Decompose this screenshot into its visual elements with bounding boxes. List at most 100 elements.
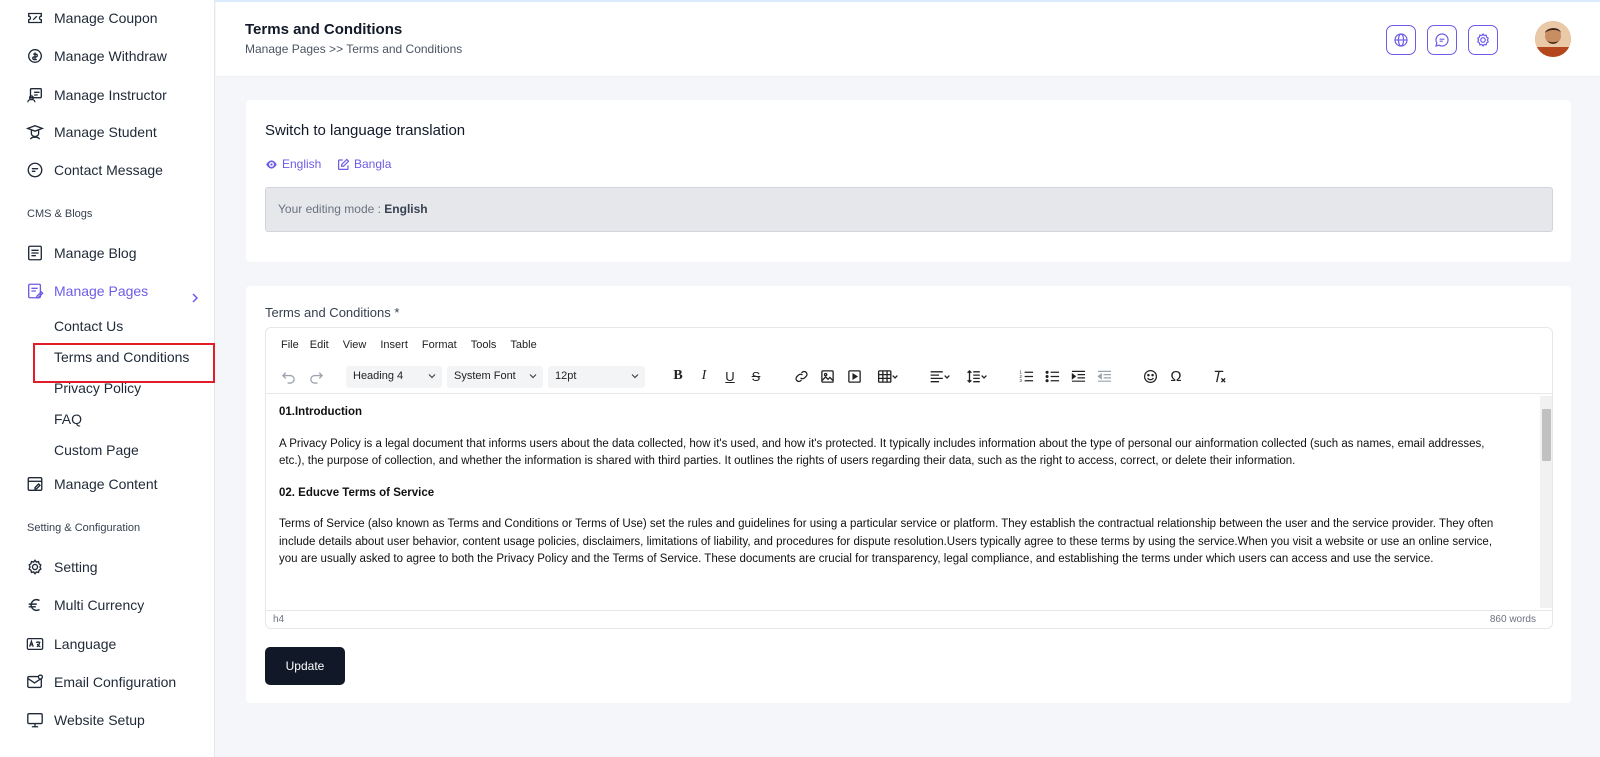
numbered-list-button[interactable]: 123	[1015, 366, 1037, 386]
messages-button[interactable]	[1427, 25, 1457, 55]
font-size-value: 12pt	[555, 370, 577, 382]
eye-icon	[266, 159, 277, 169]
monitor-icon	[27, 713, 43, 728]
sidebar-subitem-contact-us[interactable]: Contact Us	[54, 318, 123, 334]
content-paragraph-intro: A Privacy Policy is a legal document tha…	[279, 437, 1485, 468]
underline-button[interactable]: U	[719, 366, 741, 386]
block-format-value: Heading 4	[353, 370, 404, 382]
edit-icon	[338, 158, 350, 170]
pages-icon	[28, 283, 44, 299]
link-button[interactable]	[790, 366, 812, 386]
sidebar-subitem-faq[interactable]: FAQ	[54, 411, 82, 427]
sidebar-item-label: Manage Student	[54, 124, 157, 140]
editor-menubar: File Edit View Insert Format Tools Table	[281, 339, 537, 351]
undo-icon	[281, 371, 295, 384]
language-icon	[26, 637, 44, 651]
message-icon	[27, 162, 43, 178]
clear-formatting-button[interactable]	[1208, 366, 1230, 386]
language-link-english[interactable]: English	[265, 157, 321, 171]
language-link-label: English	[282, 157, 322, 171]
sidebar-item-language[interactable]: Language	[26, 633, 116, 655]
sidebar-item-manage-coupon[interactable]: Manage Coupon	[26, 7, 158, 29]
menu-file[interactable]: File	[281, 339, 299, 351]
editing-mode-value: English	[384, 202, 428, 216]
undo-button[interactable]	[277, 366, 299, 386]
content-icon	[27, 477, 43, 491]
align-button[interactable]	[925, 366, 955, 386]
withdraw-icon	[28, 49, 42, 63]
outdent-icon	[1096, 370, 1111, 382]
page-title: Terms and Conditions	[245, 21, 403, 38]
sidebar-item-label: Website Setup	[54, 712, 145, 728]
content-paragraph-terms: Terms of Service (also known as Terms an…	[279, 518, 1494, 565]
media-button[interactable]	[843, 366, 865, 386]
block-format-select[interactable]: Heading 4	[346, 366, 442, 388]
bold-button[interactable]: B	[667, 366, 689, 386]
bold-icon: B	[673, 368, 683, 383]
sidebar-item-website-setup[interactable]: Website Setup	[26, 709, 145, 731]
gear-icon	[1477, 33, 1489, 47]
bullet-list-icon	[1045, 370, 1059, 382]
redo-button[interactable]	[305, 366, 327, 386]
language-link-bangla[interactable]: Bangla	[337, 157, 391, 171]
sidebar-item-manage-instructor[interactable]: Manage Instructor	[26, 84, 167, 106]
special-char-button[interactable]: Ω	[1165, 366, 1187, 386]
language-card-title: Switch to language translation	[265, 122, 466, 139]
euro-icon	[28, 598, 40, 612]
menu-view[interactable]: View	[343, 339, 367, 351]
editor-statusbar: h4 860 words	[266, 610, 1552, 628]
sidebar-item-manage-withdraw[interactable]: Manage Withdraw	[26, 45, 167, 67]
indent-button[interactable]	[1067, 366, 1089, 386]
language-globe-button[interactable]	[1386, 25, 1416, 55]
sidebar-item-manage-pages[interactable]: Manage Pages	[26, 280, 148, 302]
content-heading-terms: 02. Educve Terms of Service	[279, 486, 435, 499]
sidebar-item-contact-message[interactable]: Contact Message	[26, 159, 163, 181]
content-heading-intro: 01.Introduction	[279, 406, 363, 418]
sidebar-item-label: Language	[54, 636, 117, 652]
editor-scrollbar-thumb[interactable]	[1542, 409, 1551, 461]
sidebar-subitem-custom-page[interactable]: Custom Page	[54, 442, 139, 458]
update-button[interactable]: Update	[265, 647, 345, 685]
strikethrough-button[interactable]: S	[745, 366, 767, 386]
sidebar-item-label: Manage Coupon	[54, 10, 158, 26]
sidebar-item-manage-content[interactable]: Manage Content	[26, 473, 158, 495]
italic-button[interactable]: I	[693, 366, 715, 386]
omega-icon: Ω	[1170, 367, 1182, 385]
sidebar-item-label: Manage Instructor	[54, 87, 167, 103]
sidebar-item-label: Manage Pages	[54, 283, 149, 299]
breadcrumb: Manage Pages >> Terms and Conditions	[245, 42, 463, 56]
bullet-list-button[interactable]	[1041, 366, 1063, 386]
menu-format[interactable]: Format	[422, 339, 457, 351]
chevron-down-icon	[428, 374, 436, 379]
globe-icon	[1394, 33, 1408, 47]
editor-content[interactable]: 01.Introduction A Privacy Policy is a le…	[279, 404, 1509, 583]
font-family-select[interactable]: System Font	[447, 366, 543, 388]
sidebar-item-manage-student[interactable]: Manage Student	[26, 121, 157, 143]
numbered-list-icon: 123	[1019, 369, 1033, 383]
outdent-button[interactable]	[1093, 366, 1115, 386]
sidebar-item-email-configuration[interactable]: Email Configuration	[26, 671, 176, 693]
menu-table[interactable]: Table	[510, 339, 536, 351]
word-count[interactable]: 860 words	[1490, 614, 1536, 625]
image-button[interactable]	[816, 366, 838, 386]
link-icon	[794, 370, 808, 382]
line-height-button[interactable]	[962, 366, 992, 386]
table-button[interactable]	[873, 366, 903, 386]
sidebar-item-label: Email Configuration	[54, 674, 177, 690]
editing-mode-label: Your editing mode :	[278, 202, 385, 216]
menu-edit[interactable]: Edit	[310, 339, 329, 351]
blog-icon	[28, 245, 42, 261]
avatar[interactable]	[1535, 21, 1571, 57]
sidebar-item-manage-blog[interactable]: Manage Blog	[26, 242, 137, 264]
emoji-button[interactable]	[1139, 366, 1161, 386]
sidebar-item-label: Setting	[54, 559, 98, 575]
menu-insert[interactable]: Insert	[380, 339, 408, 351]
font-size-select[interactable]: 12pt	[548, 366, 645, 388]
menu-tools[interactable]: Tools	[471, 339, 497, 351]
sidebar-item-multi-currency[interactable]: Multi Currency	[26, 594, 144, 616]
terms-field-label: Terms and Conditions *	[265, 305, 400, 320]
settings-button[interactable]	[1468, 25, 1498, 55]
element-path[interactable]: h4	[273, 614, 284, 625]
sidebar-item-setting[interactable]: Setting	[26, 556, 98, 578]
strikethrough-icon: S	[751, 368, 761, 384]
